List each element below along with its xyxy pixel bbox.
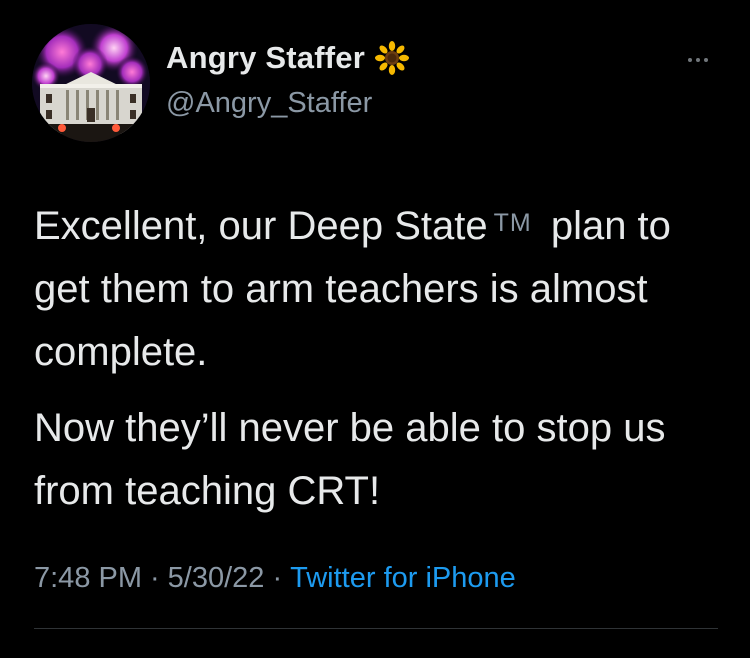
more-dots-icon (688, 58, 692, 62)
more-dots-icon (704, 58, 708, 62)
author-handle[interactable]: @Angry_Staffer (166, 87, 372, 120)
tweet-text-part: Excellent, our Deep State (34, 204, 488, 248)
white-house-fireworks-avatar (32, 24, 150, 142)
tweet-date[interactable]: 5/30/22 (168, 562, 265, 594)
meta-separator: · (150, 562, 160, 594)
more-dots-icon (696, 58, 700, 62)
tweet-meta: 7:48 PM · 5/30/22 · Twitter for iPhone (34, 562, 516, 595)
tweet-card: Angry Staffer @Angry_Staffer Excellent, … (0, 0, 750, 658)
more-options-button[interactable] (680, 52, 716, 68)
tweet-paragraph-1: Excellent, our Deep State TM plan to get … (34, 192, 724, 384)
divider (34, 628, 718, 629)
author-display-name[interactable]: Angry Staffer (166, 40, 365, 76)
avatar[interactable] (32, 24, 150, 142)
tweet-text: Excellent, our Deep State TM plan to get … (34, 192, 724, 523)
tweet-time[interactable]: 7:48 PM (34, 562, 142, 594)
meta-separator: · (272, 562, 283, 594)
author-name-row: Angry Staffer (166, 40, 409, 76)
tweet-source-link[interactable]: Twitter for iPhone (290, 562, 516, 594)
trademark-symbol: TM (493, 209, 532, 237)
tweet-paragraph-2: Now they’ll never be able to stop us fro… (34, 406, 666, 513)
sunflower-icon (374, 41, 409, 75)
